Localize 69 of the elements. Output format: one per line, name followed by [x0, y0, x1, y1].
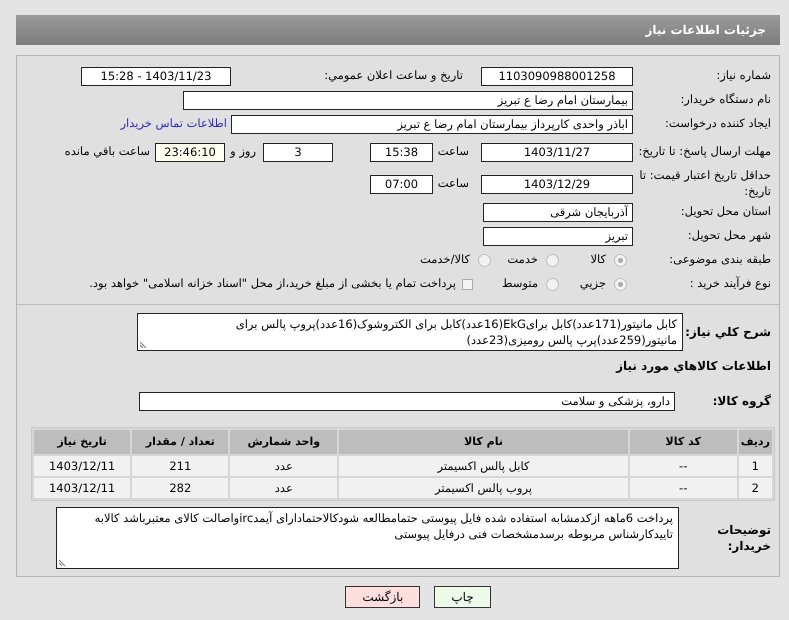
field-label: ساعت: [436, 143, 470, 160]
resize-grip-icon[interactable]: [59, 558, 67, 566]
field-value: دارو، پزشکی و سلامت: [139, 392, 675, 411]
field-value: 1403/11/27: [481, 142, 633, 162]
field-label: استان محل تحویل:: [680, 204, 772, 220]
table-cell: --: [630, 456, 737, 476]
field-label: شهر محل تحویل:: [686, 228, 772, 244]
print-button[interactable]: چاپ: [434, 586, 491, 608]
checkbox-label: پرداخت تمام یا بخشی از مبلغ خرید،از محل "اسناد خزانه اسلامی" خواهد بود.: [89, 275, 456, 292]
checkbox[interactable]: [462, 278, 473, 290]
radio-label: کالا: [590, 251, 606, 268]
page-title: جزئیات اطلاعات نیاز: [16, 15, 780, 45]
table-cell: عدد: [230, 456, 338, 476]
table-cell: عدد: [230, 478, 338, 498]
field-label: ساعت باقي مانده: [64, 143, 151, 160]
column-header: واحد شمارش: [230, 430, 338, 454]
table-cell: 1403/12/11: [34, 478, 130, 498]
table-cell: 282: [132, 478, 228, 498]
column-header: ردیف: [738, 430, 772, 454]
table-cell: 2: [738, 478, 772, 498]
field-value: 07:00: [370, 174, 433, 194]
radio-label: خدمت: [507, 251, 538, 268]
radio-label: جزیي: [580, 275, 606, 292]
field-label: شماره نیاز:: [715, 68, 772, 84]
field-label: ساعت: [436, 175, 470, 192]
field-label: طبقه بندی موضوعی:: [668, 252, 772, 268]
field-value: تبریز: [483, 226, 633, 246]
section-heading: اطلاعات کالاهاي مورد نیاز: [614, 358, 772, 376]
column-header: تاریخ نیاز: [34, 430, 130, 454]
notes-text: پرداخت 6ماهه ازکدمشابه استفاده شده فایل پیوستی حتمامطالعه شودکالاحتمادارای آیمدircواصالت کالای معتبرباشد کالابه تاییدکارشناس مربوطه برسدمشخصات فنی درفایل پیوستی: [56, 507, 679, 570]
field-label: تاریخ و ساعت اعلان عمومي:: [323, 67, 463, 84]
table-cell: 1403/12/11: [34, 456, 130, 476]
radio-button[interactable]: [546, 278, 559, 290]
column-header: کد کالا: [630, 430, 737, 454]
field-value: 1103090988001258: [481, 66, 633, 86]
field-label: حداقل تاریخ اعتبار قیمت: تا تاریخ:: [638, 168, 772, 200]
contact-link[interactable]: اطلاعات تماس خریدار: [120, 115, 227, 133]
description-text: کابل مانیتور(171عدد)کابل برایEkG(16عدد)کابل برای الکتروشوک(16عدد)پروپ پالس برای مانیتور(259عدد)پرپ پالس رومیزی(23عدد): [137, 313, 683, 352]
remaining-time: 23:46:10: [155, 142, 225, 162]
field-label: روز و: [228, 143, 257, 160]
table-cell: پروب پالس اکسیمتر: [339, 478, 628, 498]
field-label: توضیحات خریدار:: [716, 522, 772, 554]
column-header: نام کالا: [339, 430, 628, 454]
table-cell: 211: [132, 456, 228, 476]
table-cell: کابل پالس اکسیمتر: [339, 456, 628, 476]
field-value: 1403/11/23 - 15:28: [81, 66, 231, 86]
field-label: مهلت ارسال پاسخ: تا تاریخ:: [637, 144, 772, 160]
field-label: ایجاد کننده درخواست:: [664, 116, 772, 132]
radio-button[interactable]: [478, 254, 491, 266]
radio-button[interactable]: [614, 254, 627, 266]
field-label: گروه کالا:: [712, 393, 772, 410]
field-value: آذربایجان شرقی: [483, 202, 633, 222]
field-value: اباذر واحدی کارپرداز بیمارستان امام رضا ع تبریز: [231, 114, 633, 134]
table-cell: 1: [738, 456, 772, 476]
radio-label: متوسط: [502, 275, 538, 292]
radio-button[interactable]: [614, 278, 627, 290]
field-value: بیمارستان امام رضا ع تبریز: [183, 90, 633, 110]
column-header: تعداد / مقدار: [132, 430, 228, 454]
field-value: 1403/12/29: [481, 174, 633, 194]
table-cell: --: [630, 478, 737, 498]
field-value: 15:38: [370, 142, 433, 162]
field-label: شرح کلي نیاز:: [684, 324, 772, 340]
radio-label: کالا/خدمت: [420, 251, 470, 268]
radio-button[interactable]: [546, 254, 559, 266]
field-label: نام دستگاه خریدار:: [679, 92, 772, 108]
resize-grip-icon[interactable]: [140, 340, 148, 348]
field-value: 3: [263, 142, 333, 162]
field-label: نوع فرآیند خرید :: [688, 276, 772, 292]
back-button[interactable]: بازگشت: [345, 586, 420, 608]
